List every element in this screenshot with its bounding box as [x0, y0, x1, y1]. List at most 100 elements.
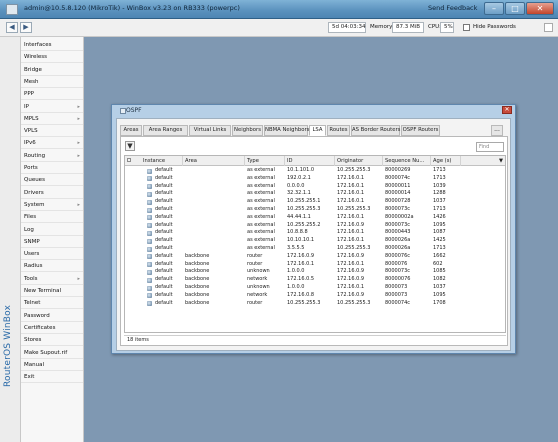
- column-header[interactable]: Sequence Nu...: [383, 156, 431, 166]
- table-cell: [185, 245, 245, 253]
- table-cell: 10.10.10.1: [287, 237, 315, 244]
- menu-item[interactable]: Manual: [21, 359, 83, 371]
- menu-item[interactable]: Tools ▸: [21, 273, 83, 285]
- menu-item[interactable]: Radius: [21, 260, 83, 273]
- table-cell: default: [155, 221, 173, 228]
- column-header[interactable]: ID: [285, 156, 335, 166]
- table-cell: [185, 229, 245, 237]
- menu-item[interactable]: Stores: [21, 334, 83, 347]
- menu-item-label: IP: [24, 103, 29, 110]
- tab-lsa[interactable]: LSA: [309, 125, 326, 136]
- table-cell: as external: [247, 206, 275, 212]
- table-cell: default: [155, 245, 173, 251]
- menu-item[interactable]: System ▸: [21, 199, 83, 211]
- tab-virtual-links[interactable]: Virtual Links: [189, 125, 231, 136]
- table-cell: default: [155, 174, 173, 181]
- menu-item[interactable]: Routing ▸: [21, 150, 83, 162]
- table-row[interactable]: default as external 10.255.255.1 172.16.0.1…: [125, 198, 505, 206]
- table-cell: 1039: [433, 182, 446, 189]
- table-row[interactable]: default as external 32.32.1.1 172.16.0.1 800…: [125, 190, 505, 198]
- maximize-button[interactable]: □: [505, 2, 525, 15]
- menu-item[interactable]: Drivers: [21, 187, 83, 199]
- tab-routes[interactable]: Routes: [327, 125, 350, 136]
- brand-strip: RouterOS WinBox: [0, 37, 21, 442]
- tab-neighbors[interactable]: Neighbors: [232, 125, 263, 136]
- table-cell: 1082: [433, 276, 446, 283]
- submenu-arrow-icon: ▸: [77, 103, 80, 110]
- ospf-body: Areas Area Ranges Virtual Links Neighbors NB…: [116, 118, 511, 351]
- close-button[interactable]: ✕: [526, 2, 554, 15]
- table-row[interactable]: default backbone router 172.16.0.1 172.16.0.…: [125, 260, 505, 269]
- table-row[interactable]: default backbone router 172.16.0.9 172.16.0.…: [125, 253, 505, 261]
- table-row[interactable]: default as external 192.0.2.1 172.16.0.1 800…: [125, 174, 505, 183]
- menu-item[interactable]: Users: [21, 248, 83, 261]
- tab-nbma-neighbors[interactable]: NBMA Neighbors: [264, 125, 309, 136]
- menu-item[interactable]: Password: [21, 310, 83, 322]
- menu-item[interactable]: MPLS ▸: [21, 113, 83, 125]
- table-cell: 8000074c: [385, 299, 411, 306]
- submenu-arrow-icon: ▸: [77, 115, 80, 122]
- menu-item[interactable]: New Terminal: [21, 285, 83, 297]
- table-row[interactable]: default backbone network 172.16.0.5 172.16.0…: [125, 276, 505, 284]
- menu-item[interactable]: Interfaces: [21, 39, 83, 51]
- sort-dropdown-icon[interactable]: ▼: [497, 156, 505, 166]
- toolbar-end-icon[interactable]: [544, 23, 553, 32]
- table-row[interactable]: default backbone router 10.255.255.3 10.255.…: [125, 299, 505, 308]
- send-feedback-link[interactable]: Send Feedback: [428, 4, 477, 12]
- ospf-close-button[interactable]: ✕: [502, 106, 512, 114]
- column-header[interactable]: Instance: [141, 156, 183, 166]
- column-chooser-icon[interactable]: [127, 158, 131, 162]
- table-cell: [185, 222, 245, 230]
- submenu-arrow-icon: ▸: [77, 152, 80, 159]
- table-row[interactable]: default as external 10.8.8.8 172.16.0.1 8000…: [125, 229, 505, 237]
- column-header[interactable]: Type: [245, 156, 285, 166]
- table-row[interactable]: default as external 10.10.10.1 172.16.0.1 80…: [125, 237, 505, 245]
- column-header[interactable]: Originator: [335, 156, 383, 166]
- menu-item[interactable]: Ports: [21, 162, 83, 174]
- menu-item[interactable]: Exit: [21, 371, 83, 384]
- menu-item[interactable]: Files: [21, 211, 83, 224]
- tab-areas[interactable]: Areas: [120, 125, 142, 136]
- tab-area-ranges[interactable]: Area Ranges: [143, 125, 188, 136]
- hide-passwords-checkbox[interactable]: [463, 24, 470, 31]
- menu-item[interactable]: Certificates: [21, 322, 83, 334]
- tab-as-border-routers[interactable]: AS Border Routers: [351, 125, 400, 136]
- tabs-more-button[interactable]: ...: [491, 125, 503, 136]
- table-row[interactable]: default backbone network 172.16.0.8 172.16.0…: [125, 291, 505, 300]
- find-input[interactable]: Find: [476, 142, 504, 152]
- menu-item[interactable]: Wireless: [21, 51, 83, 64]
- column-header[interactable]: Age (s): [431, 156, 461, 166]
- menu-item[interactable]: SNMP: [21, 236, 83, 248]
- menu-item[interactable]: IP ▸: [21, 101, 83, 113]
- table-cell: default: [155, 206, 173, 212]
- back-arrow-icon[interactable]: ◀: [6, 22, 18, 33]
- table-row[interactable]: default as external 10.1.101.0 10.255.255.3…: [125, 167, 505, 175]
- menu-item[interactable]: Log: [21, 224, 83, 236]
- table-cell: 10.255.255.1: [287, 198, 321, 205]
- column-header[interactable]: Area: [183, 156, 245, 166]
- table-cell: default: [155, 299, 173, 306]
- table-row[interactable]: default as external 10.255.255.2 172.16.0.9…: [125, 221, 505, 230]
- menu-item[interactable]: Telnet: [21, 297, 83, 310]
- menu-item[interactable]: Mesh: [21, 76, 83, 88]
- menu-item[interactable]: IPv6 ▸: [21, 137, 83, 150]
- menu-item[interactable]: Queues: [21, 174, 83, 187]
- table-cell: backbone: [185, 260, 210, 267]
- table-cell: as external: [247, 221, 275, 228]
- tab-ospf-routers[interactable]: OSPF Routers: [401, 125, 440, 136]
- table-cell: network: [247, 291, 268, 298]
- table-row[interactable]: default backbone unknown 1.0.0.0 172.16.0.9 8…: [125, 268, 505, 276]
- menu-item[interactable]: Make Supout.rif: [21, 347, 83, 359]
- table-row[interactable]: default as external 3.5.5.5 10.255.255.3 800…: [125, 245, 505, 253]
- menu-item[interactable]: Bridge: [21, 64, 83, 76]
- forward-arrow-icon[interactable]: ▶: [20, 22, 32, 33]
- menu-item[interactable]: VPLS: [21, 125, 83, 138]
- table-row[interactable]: default as external 10.255.255.3 10.255.255…: [125, 206, 505, 214]
- menu-item-label: Stores: [24, 337, 42, 344]
- minimize-button[interactable]: –: [484, 2, 504, 15]
- table-row[interactable]: default as external 44.44.1.1 172.16.0.1 800…: [125, 214, 505, 222]
- table-row[interactable]: default as external 0.0.0.0 172.16.0.1 80000…: [125, 182, 505, 191]
- filter-icon[interactable]: ▼: [125, 141, 135, 151]
- menu-item[interactable]: PPP: [21, 88, 83, 101]
- table-row[interactable]: default backbone unknown 1.0.0.0 172.16.0.1 8…: [125, 284, 505, 292]
